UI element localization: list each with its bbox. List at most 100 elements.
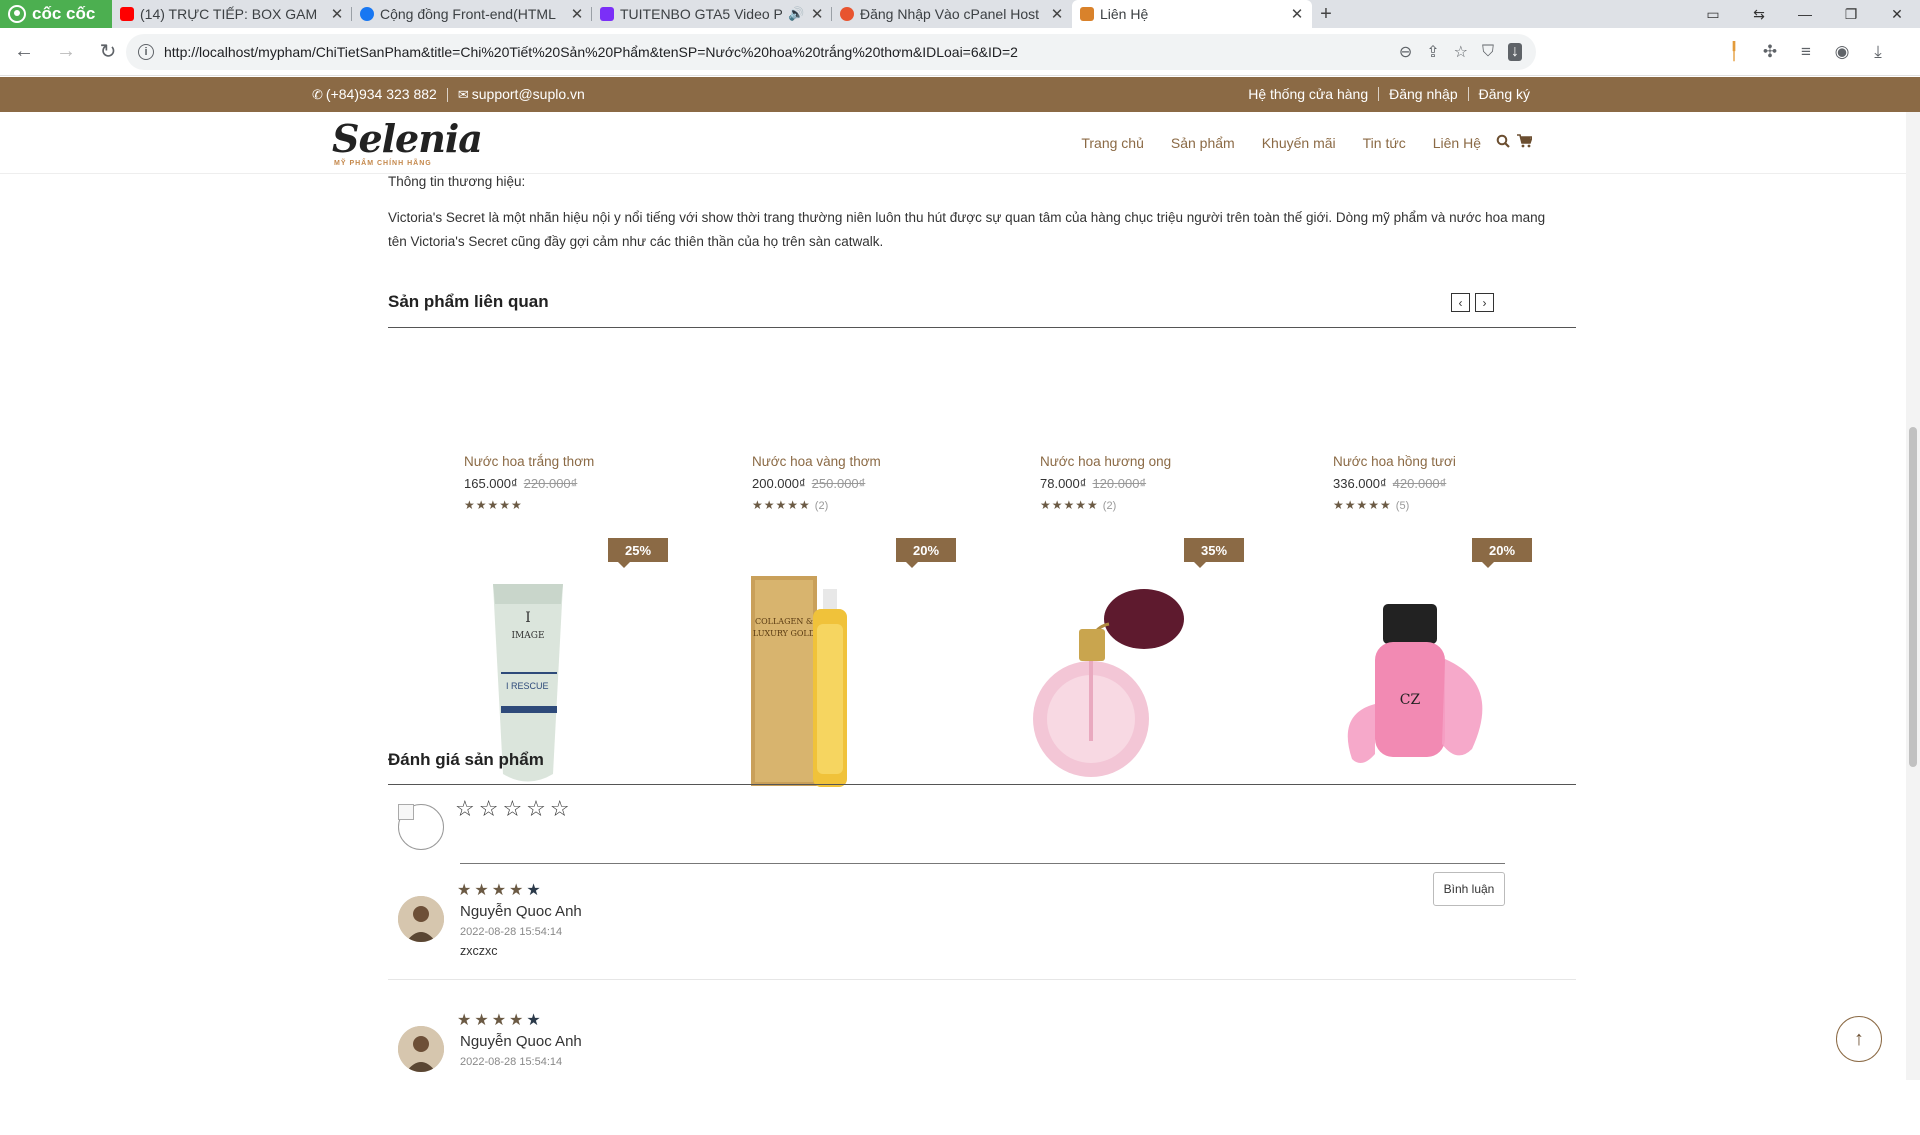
downloads-icon[interactable]: ⤓ <box>1869 42 1887 62</box>
share-icon[interactable]: ⇪ <box>1426 42 1439 62</box>
avatar <box>398 1026 444 1072</box>
scrollbar-thumb[interactable] <box>1909 427 1917 767</box>
coccoc-menu-button[interactable]: cốc cốc <box>0 0 112 28</box>
review-count: (5) <box>1395 500 1410 512</box>
carousel-arrows: ‹ › <box>1451 293 1494 312</box>
svg-text:IMAGE: IMAGE <box>511 631 544 641</box>
product-price: 165.000₫ 220.000₫ <box>464 476 577 491</box>
product-name[interactable]: Nước hoa trắng thơm <box>464 454 594 469</box>
review-stars: ★★★★★ <box>457 1012 544 1029</box>
product-price: 336.000₫ 420.000₫ <box>1333 476 1446 491</box>
close-tab-icon[interactable]: ✕ <box>810 5 824 23</box>
playlist-icon[interactable]: ≡ <box>1797 42 1815 62</box>
product-card[interactable]: 20% CZ <box>1267 364 1532 763</box>
site-logo[interactable]: Selenia MỸ PHẨM CHÍNH HÃNG <box>332 116 483 168</box>
chevron-right-icon[interactable]: › <box>1475 293 1494 312</box>
close-window-button[interactable]: ✕ <box>1874 0 1920 28</box>
tab-search-icon[interactable]: ▭ <box>1690 0 1736 28</box>
search-icon[interactable] <box>1496 134 1510 152</box>
svg-text:LUXURY GOLD: LUXURY GOLD <box>753 629 815 638</box>
url-text[interactable]: http://localhost/mypham/ChiTietSanPham&t… <box>164 44 1018 60</box>
menu-item-promotions[interactable]: Khuyến mãi <box>1262 135 1336 151</box>
menu-item-news[interactable]: Tin tức <box>1363 135 1406 151</box>
old-price: 420.000₫ <box>1392 476 1447 491</box>
current-price: 165.000₫ <box>464 476 518 491</box>
email-contact[interactable]: ✉ support@suplo.vn <box>458 86 585 103</box>
facebook-icon <box>360 7 374 21</box>
close-tab-icon[interactable]: ✕ <box>1290 5 1304 23</box>
tab-twitch[interactable]: TUITENBO GTA5 Video Pl 🔊 ✕ <box>592 0 832 28</box>
review-date: 2022-08-28 15:54:14 <box>460 1056 563 1068</box>
site-info-icon[interactable]: i <box>138 44 154 60</box>
tab-facebook[interactable]: Cộng đồng Front-end(HTML ✕ <box>352 0 592 28</box>
back-icon[interactable]: ← <box>6 34 42 70</box>
tab-youtube[interactable]: (14) TRỰC TIẾP: BOX GAM ✕ <box>112 0 352 28</box>
window-controls: ▭ ⇆ — ❐ ✕ <box>1690 0 1920 28</box>
product-image[interactable]: CZ <box>1267 564 1527 794</box>
shield-icon[interactable]: ⛉ <box>1482 43 1494 61</box>
product-card[interactable]: 35% <box>979 364 1244 777</box>
menu-item-home[interactable]: Trang chủ <box>1081 135 1144 151</box>
review-item: ★★★★★ Nguyễn Quoc Anh 2022-08-28 15:54:1… <box>388 1010 1576 1135</box>
bookmark-star-icon[interactable]: ☆ <box>1454 42 1468 62</box>
reviewer-name: Nguyễn Quoc Anh <box>460 903 582 920</box>
page-scrollbar[interactable] <box>1906 112 1920 1080</box>
speaker-icon[interactable]: 🔊 <box>788 6 804 22</box>
review-text: zxczxc <box>460 944 498 958</box>
old-price: 120.000₫ <box>1092 476 1147 491</box>
product-image[interactable]: COLLAGEN & LUXURY GOLD <box>691 564 951 794</box>
login-link[interactable]: Đăng nhập <box>1389 86 1458 102</box>
new-tab-button[interactable]: + <box>1312 0 1340 28</box>
profile-icon[interactable]: ◉ <box>1833 42 1851 62</box>
restore-button[interactable]: ❐ <box>1828 0 1874 28</box>
rating-stars: ★★★★★ <box>752 498 811 512</box>
forward-icon[interactable]: → <box>48 34 84 70</box>
product-card[interactable]: 25% I IMAGE I RESCUE <box>403 364 668 782</box>
tab-lien-he[interactable]: Liên Hệ ✕ <box>1072 0 1312 28</box>
close-tab-icon[interactable]: ✕ <box>1050 5 1064 23</box>
close-tab-icon[interactable]: ✕ <box>570 5 584 23</box>
old-price: 220.000₫ <box>523 476 578 491</box>
menu-item-contact[interactable]: Liên Hệ <box>1433 135 1481 151</box>
divider <box>446 87 448 102</box>
current-price: 336.000₫ <box>1333 476 1387 491</box>
scroll-to-top-button[interactable]: ↑ <box>1836 1016 1882 1062</box>
tab-title: TUITENBO GTA5 Video Pl <box>620 6 783 22</box>
product-name[interactable]: Nước hoa vàng thơm <box>752 454 881 469</box>
youtube-icon <box>120 7 134 21</box>
discount-badge: 20% <box>896 538 956 568</box>
product-image[interactable] <box>979 564 1239 794</box>
user-avatar-placeholder <box>398 804 444 850</box>
cart-icon[interactable] <box>1517 134 1534 152</box>
back-forward-icon[interactable]: ⇆ <box>1736 0 1782 28</box>
extension-icon[interactable]: ╿ <box>1725 42 1743 62</box>
zoom-out-icon[interactable]: ⊖ <box>1399 42 1412 62</box>
comment-input[interactable] <box>460 863 1505 864</box>
logo-text: Selenia <box>332 116 483 161</box>
product-price: 200.000₫ 250.000₫ <box>752 476 865 491</box>
rating-input-stars[interactable]: ☆☆☆☆☆ <box>455 796 574 822</box>
store-system-link[interactable]: Hệ thống cửa hàng <box>1248 86 1368 102</box>
tab-cpanel[interactable]: Đăng Nhập Vào cPanel Host ✕ <box>832 0 1072 28</box>
main-menu: Trang chủ Sản phẩm Khuyến mãi Tin tức Li… <box>1081 134 1534 152</box>
minimize-button[interactable]: — <box>1782 0 1828 28</box>
menu-item-products[interactable]: Sản phẩm <box>1171 135 1235 151</box>
svg-text:I: I <box>525 610 531 626</box>
reload-icon[interactable]: ↻ <box>90 34 126 70</box>
old-price: 250.000₫ <box>811 476 866 491</box>
product-name[interactable]: Nước hoa hồng tươi <box>1333 454 1456 469</box>
phone-number: (+84)934 323 882 <box>325 86 437 102</box>
divider <box>1467 87 1469 101</box>
url-bar[interactable]: i http://localhost/mypham/ChiTietSanPham… <box>126 34 1536 70</box>
product-name[interactable]: Nước hoa hương ong <box>1040 454 1171 469</box>
download-page-icon[interactable]: ↓ <box>1508 43 1522 61</box>
chevron-left-icon[interactable]: ‹ <box>1451 293 1470 312</box>
discount-badge: 25% <box>608 538 668 568</box>
phone-contact[interactable]: ✆ (+84)934 323 882 <box>312 86 437 103</box>
product-card[interactable]: 20% COLLAGEN & LUXURY GOLD <box>691 364 956 787</box>
close-tab-icon[interactable]: ✕ <box>330 5 344 23</box>
review-count: (2) <box>1102 500 1117 512</box>
puzzle-icon[interactable]: ✣ <box>1761 42 1779 62</box>
brand-info-text: Victoria's Secret là một nhãn hiệu nội y… <box>388 210 1546 249</box>
register-link[interactable]: Đăng ký <box>1479 86 1530 102</box>
